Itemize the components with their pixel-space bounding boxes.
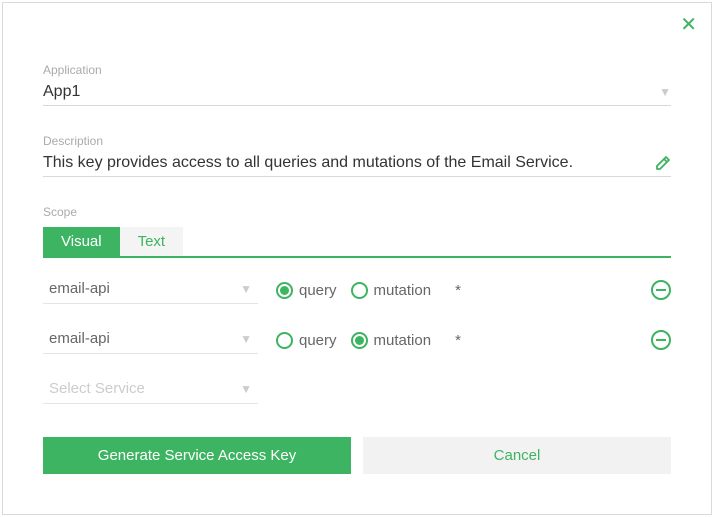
wildcard-value: * (455, 282, 461, 299)
scope-row: email-api ▼ query mutation * (43, 326, 671, 354)
scope-tabs: Visual Text (43, 227, 671, 258)
service-value: email-api (49, 280, 240, 297)
service-select[interactable]: email-api ▼ (43, 276, 258, 304)
radio-query-label: query (299, 282, 337, 299)
scope-row-new: Select Service ▼ (43, 376, 671, 404)
wildcard-value: * (455, 332, 461, 349)
radio-query-label: query (299, 332, 337, 349)
chevron-down-icon: ▼ (240, 382, 252, 396)
radio-icon (351, 332, 368, 349)
radio-icon (276, 282, 293, 299)
radio-mutation-label: mutation (374, 332, 432, 349)
description-label: Description (43, 134, 671, 148)
remove-row-button[interactable] (651, 280, 671, 300)
scope-label: Scope (43, 205, 671, 219)
application-value: App1 (43, 83, 659, 101)
cancel-button[interactable]: Cancel (363, 437, 671, 474)
radio-mutation[interactable]: mutation (351, 332, 432, 349)
radio-query[interactable]: query (276, 282, 337, 299)
service-select[interactable]: email-api ▼ (43, 326, 258, 354)
radio-query[interactable]: query (276, 332, 337, 349)
service-placeholder-text: Select Service (49, 380, 240, 397)
edit-icon[interactable] (655, 155, 671, 171)
radio-mutation-label: mutation (374, 282, 432, 299)
radio-group: query mutation (276, 282, 431, 299)
radio-group: query mutation (276, 332, 431, 349)
tab-visual[interactable]: Visual (43, 227, 120, 256)
chevron-down-icon: ▼ (659, 85, 671, 99)
access-key-dialog: ✕ Application App1 ▼ Description This ke… (2, 2, 712, 515)
close-icon[interactable]: ✕ (680, 15, 697, 35)
minus-icon (656, 339, 666, 341)
radio-icon (351, 282, 368, 299)
description-field: Description This key provides access to … (43, 134, 671, 177)
chevron-down-icon: ▼ (240, 332, 252, 346)
scope-field: Scope Visual Text email-api ▼ query (43, 205, 671, 404)
chevron-down-icon: ▼ (240, 282, 252, 296)
tab-text[interactable]: Text (120, 227, 184, 256)
radio-mutation[interactable]: mutation (351, 282, 432, 299)
generate-button[interactable]: Generate Service Access Key (43, 437, 351, 474)
description-value: This key provides access to all queries … (43, 154, 655, 172)
application-select[interactable]: App1 ▼ (43, 81, 671, 106)
dialog-footer: Generate Service Access Key Cancel (43, 437, 671, 474)
radio-icon (276, 332, 293, 349)
minus-icon (656, 289, 666, 291)
remove-row-button[interactable] (651, 330, 671, 350)
application-field: Application App1 ▼ (43, 63, 671, 106)
scope-rows: email-api ▼ query mutation * (43, 276, 671, 404)
scope-row: email-api ▼ query mutation * (43, 276, 671, 304)
service-select-placeholder[interactable]: Select Service ▼ (43, 376, 258, 404)
application-label: Application (43, 63, 671, 77)
description-input[interactable]: This key provides access to all queries … (43, 152, 671, 177)
service-value: email-api (49, 330, 240, 347)
